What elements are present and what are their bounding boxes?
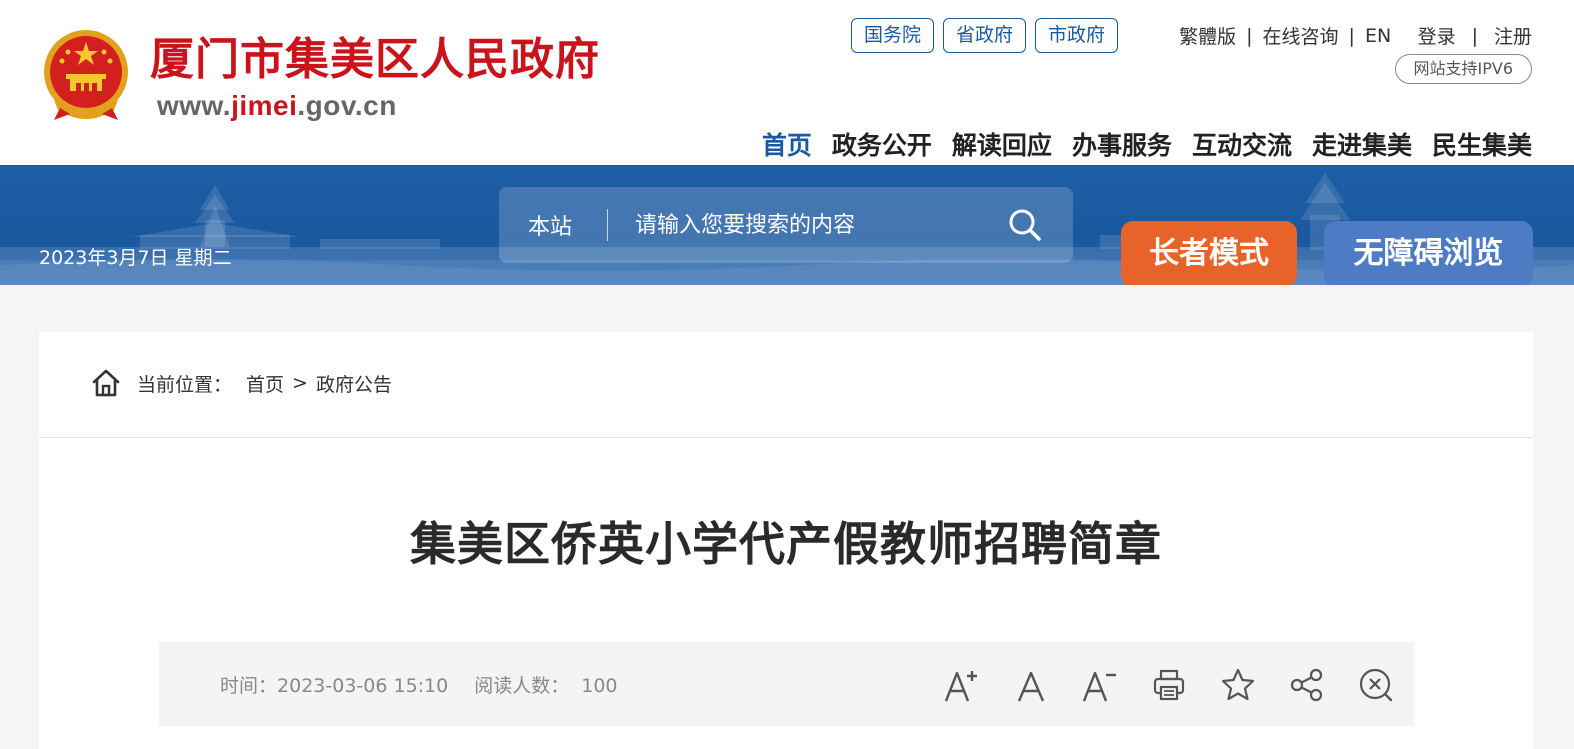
divider: | [1348,24,1355,47]
font-smaller-button[interactable] [1077,662,1122,707]
government-links: 国务院 省政府 市政府 [851,18,1119,53]
breadcrumb-announcements[interactable]: 政府公告 [316,370,392,397]
url-prefix: www. [157,90,232,121]
nav-interpretation[interactable]: 解读回应 [952,128,1052,164]
link-city-government[interactable]: 市政府 [1035,18,1119,53]
font-larger-button[interactable] [939,662,984,707]
elder-mode-button[interactable]: 长者模式 [1121,221,1297,285]
link-state-council[interactable]: 国务院 [851,18,935,53]
search-button[interactable] [993,195,1057,255]
site-header: 厦门市集美区人民政府 www.jimei.gov.cn 国务院 省政府 市政府 … [0,0,1574,165]
divider: | [1471,24,1478,47]
home-icon [92,369,120,397]
close-button[interactable] [1353,662,1398,707]
site-title: 厦门市集美区人民政府 [150,34,600,85]
content-panel: 当前位置： 首页 > 政府公告 集美区侨英小学代产假教师招聘简章 时间：2023… [39,332,1533,749]
nav-about-jimei[interactable]: 走进集美 [1312,128,1412,164]
favorite-button[interactable] [1215,662,1260,707]
favorite-icon [1221,668,1254,700]
breadcrumb: 当前位置： 首页 > 政府公告 [91,368,392,398]
nav-home[interactable]: 首页 [762,128,812,164]
print-button[interactable] [1146,662,1191,707]
share-button[interactable] [1284,662,1329,707]
time-label: 时间： [220,675,278,697]
barrier-free-button[interactable]: 无障碍浏览 [1324,221,1533,285]
nav-interaction[interactable]: 互动交流 [1192,128,1292,164]
font-larger-icon [944,670,977,701]
utility-links: 繁體版 | 在线咨询 | EN | 登录 | 注册 [1179,22,1532,49]
national-emblem-icon [44,30,128,120]
font-normal-icon [1017,671,1044,701]
nav-government-affairs[interactable]: 政务公开 [832,128,932,164]
ipv6-badge: 网站支持IPV6 [1394,54,1532,84]
article-meta: 时间：2023-03-06 15:10 阅读人数： 100 [220,671,618,698]
search-icon [1009,209,1041,241]
close-icon [1359,668,1392,701]
banner: 2023年3月7日 星期二 本站 长者模式 无障碍浏览 [0,165,1574,285]
url-suffix: .gov.cn [297,90,397,121]
nav-services[interactable]: 办事服务 [1072,128,1172,164]
link-traditional-chinese[interactable]: 繁體版 [1179,22,1236,49]
article-title: 集美区侨英小学代产假教师招聘简章 [410,517,1162,571]
site-url: www.jimei.gov.cn [157,90,397,122]
search-box: 本站 [499,187,1073,263]
breadcrumb-separator: > [292,372,308,394]
main-nav: 首页 政务公开 解读回应 办事服务 互动交流 走进集美 民生集美 [762,128,1532,164]
search-scope[interactable]: 本站 [499,209,607,241]
link-login[interactable]: 登录 [1418,22,1456,49]
share-icon [1290,668,1322,701]
link-register[interactable]: 注册 [1494,22,1532,49]
search-input[interactable] [635,205,993,245]
view-count: 100 [581,675,618,697]
views-label: 阅读人数： [474,675,570,697]
publish-time: 2023-03-06 15:10 [277,675,449,697]
link-online-consult[interactable]: 在线咨询 [1263,22,1339,49]
divider: | [1246,24,1253,47]
url-highlight: jimei [231,90,298,121]
print-icon [1153,669,1184,700]
link-english[interactable]: EN [1365,25,1391,47]
link-province-government[interactable]: 省政府 [943,18,1027,53]
article-meta-bar: 时间：2023-03-06 15:10 阅读人数： 100 [159,642,1414,726]
font-normal-button[interactable] [1008,662,1053,707]
search-divider [607,209,608,241]
nav-livelihood[interactable]: 民生集美 [1432,128,1532,164]
current-date: 2023年3月7日 星期二 [39,247,232,269]
breadcrumb-label: 当前位置： [137,373,233,396]
breadcrumb-divider [39,437,1533,438]
breadcrumb-home[interactable]: 首页 [246,370,284,397]
font-smaller-icon [1082,671,1116,701]
article-tools [939,662,1398,707]
